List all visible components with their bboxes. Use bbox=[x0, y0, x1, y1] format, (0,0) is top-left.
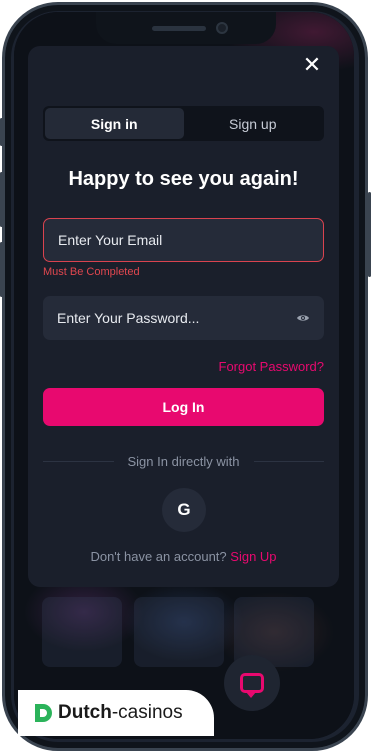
brand-bold: Dutch bbox=[58, 702, 112, 723]
forgot-password-link[interactable]: Forgot Password? bbox=[219, 359, 325, 374]
social-divider: Sign In directly with bbox=[43, 452, 324, 470]
divider-line bbox=[253, 460, 324, 462]
signup-link[interactable]: Sign Up bbox=[230, 549, 276, 564]
signup-prompt: Don't have an account? Sign Up bbox=[43, 549, 324, 564]
brand-logo-icon bbox=[35, 704, 52, 722]
tab-sign-in[interactable]: Sign in bbox=[45, 108, 184, 139]
auth-tabs: Sign in Sign up bbox=[43, 106, 324, 141]
tab-sign-up[interactable]: Sign up bbox=[184, 108, 323, 139]
background-tile bbox=[134, 597, 224, 667]
login-button[interactable]: Log In bbox=[43, 388, 324, 426]
chat-icon bbox=[240, 673, 264, 698]
phone-side-button bbox=[0, 118, 3, 146]
google-signin-button[interactable]: G bbox=[162, 488, 206, 532]
close-button[interactable]: ✕ bbox=[302, 52, 322, 77]
brand-watermark: Dutch-casinos bbox=[18, 690, 214, 736]
phone-camera bbox=[216, 22, 228, 34]
email-error-message: Must Be Completed bbox=[43, 266, 140, 278]
divider-text: Sign In directly with bbox=[127, 453, 240, 469]
chat-button[interactable] bbox=[224, 655, 280, 711]
background-tile bbox=[42, 597, 122, 667]
eye-icon[interactable] bbox=[296, 311, 310, 325]
phone-speaker bbox=[152, 26, 206, 31]
page-title: Happy to see you again! bbox=[68, 168, 299, 190]
brand-rest: -casinos bbox=[111, 702, 183, 723]
password-placeholder: Enter Your Password... bbox=[57, 310, 200, 326]
google-icon: G bbox=[177, 500, 191, 519]
close-icon: ✕ bbox=[302, 52, 322, 77]
email-placeholder: Enter Your Email bbox=[58, 232, 163, 248]
divider-line bbox=[43, 460, 114, 462]
email-field[interactable]: Enter Your Email bbox=[43, 218, 324, 262]
phone-side-button bbox=[0, 242, 3, 297]
password-field[interactable]: Enter Your Password... bbox=[43, 296, 324, 340]
brand-text: Dutch-casinos bbox=[58, 702, 183, 724]
no-account-text: Don't have an account? bbox=[90, 549, 227, 564]
phone-side-button bbox=[0, 172, 3, 227]
